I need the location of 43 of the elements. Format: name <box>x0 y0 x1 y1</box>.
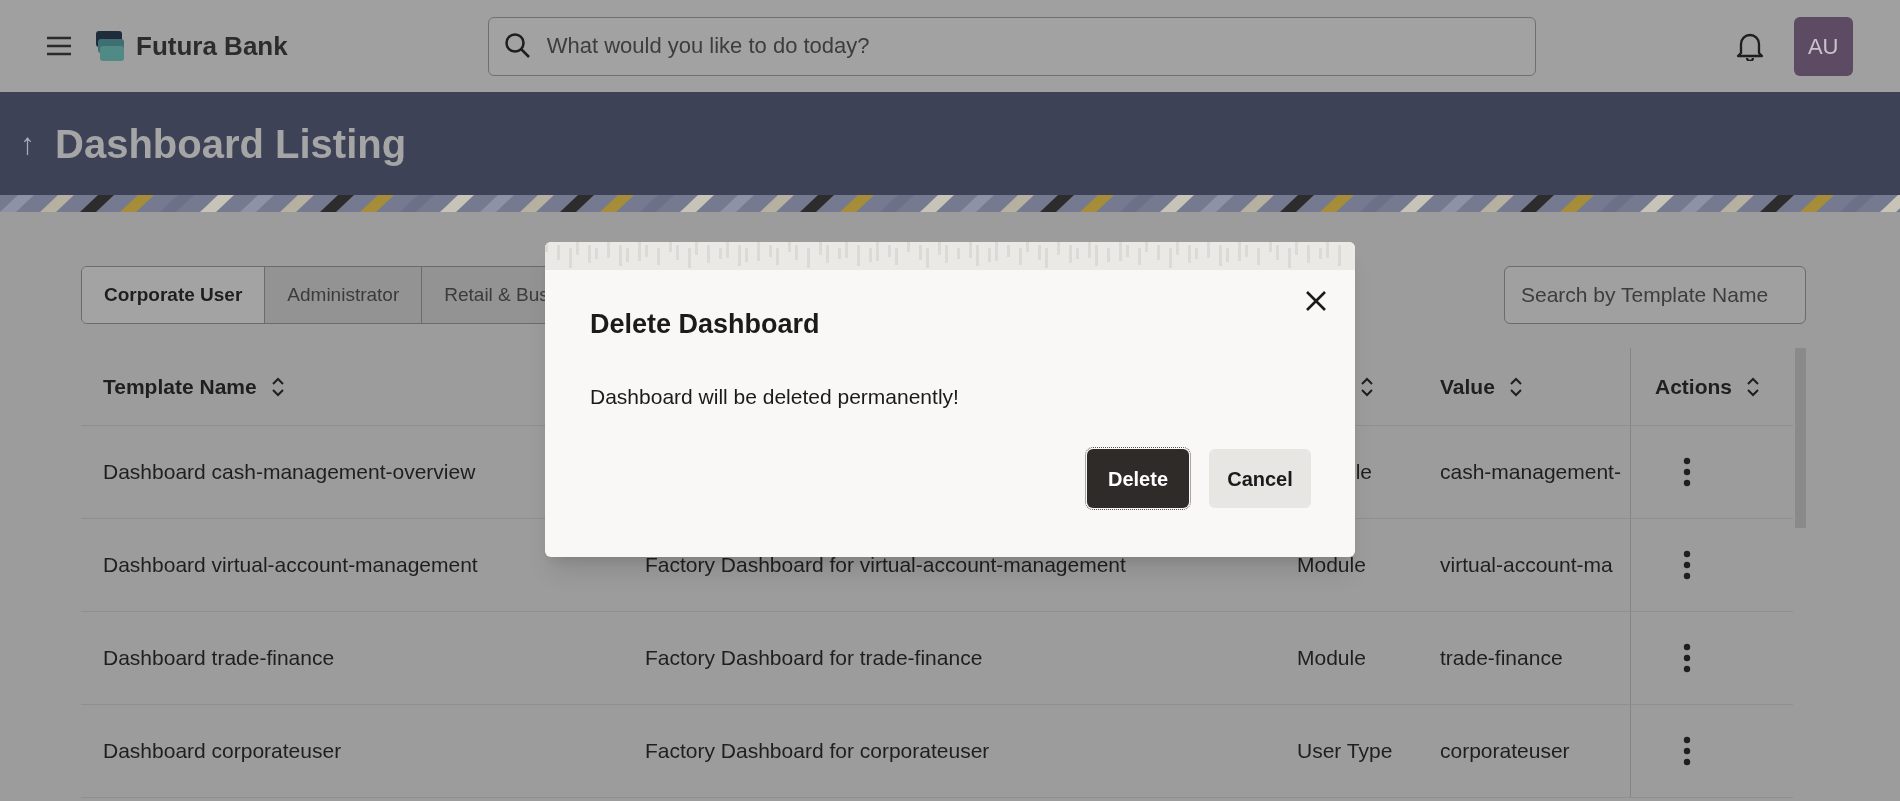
brand-name: Futura Bank <box>136 29 288 63</box>
column-header: Template Name <box>103 373 257 400</box>
table-cell-text: Factory Dashboard for trade-finance <box>645 645 983 672</box>
menu-icon[interactable] <box>46 36 72 56</box>
table-cell-text: Dashboard cash-management-overview <box>103 459 476 486</box>
table-cell-text: Dashboard virtual-account-management <box>103 552 478 579</box>
more-options-icon[interactable] <box>1683 550 1691 580</box>
logo-icon <box>94 29 126 63</box>
column-header: Actions <box>1655 373 1732 400</box>
sort-icon[interactable] <box>1746 376 1760 397</box>
table-cell-text: Factory Dashboard for virtual-account-management <box>645 552 1126 579</box>
search-field[interactable]: What would you like to do today? <box>487 16 1536 76</box>
more-options-icon[interactable] <box>1683 457 1691 487</box>
bell-icon[interactable] <box>1735 31 1764 61</box>
column-header: Value <box>1440 373 1495 400</box>
tab[interactable]: Administrator <box>264 267 422 323</box>
table-cell-text: virtual-account-ma <box>1440 552 1613 579</box>
dialog-message: Dashboard will be deleted permanently! <box>590 383 959 410</box>
sort-icon[interactable] <box>1360 376 1374 397</box>
search-icon <box>503 31 532 60</box>
table-cell-text: Module <box>1297 552 1366 579</box>
sort-icon[interactable] <box>1508 376 1523 397</box>
dialog-title: Delete Dashboard <box>590 308 820 341</box>
table-cell-text: Dashboard trade-finance <box>103 645 335 672</box>
delete-button[interactable]: Delete <box>1087 449 1189 508</box>
sort-icon[interactable] <box>270 376 285 397</box>
more-options-icon[interactable] <box>1683 643 1691 673</box>
table-cell-text: Factory Dashboard for corporateuser <box>645 738 990 765</box>
back-arrow[interactable]: ↑ <box>20 121 35 166</box>
table-cell-text: Module <box>1297 645 1366 672</box>
table-cell-text: trade-finance <box>1440 645 1563 672</box>
cancel-button[interactable]: Cancel <box>1209 449 1311 508</box>
table-cell-text: User Type <box>1297 738 1393 765</box>
table-cell-text: Dashboard corporateuser <box>103 738 342 765</box>
table-cell-text: cash-management- <box>1440 459 1621 486</box>
page-title: Dashboard Listing <box>55 120 407 168</box>
tab[interactable]: Corporate User <box>82 267 265 323</box>
more-options-icon[interactable] <box>1683 736 1691 766</box>
close-icon[interactable] <box>1305 290 1327 312</box>
table-cell-text: le <box>1355 459 1372 486</box>
template-search-field[interactable]: Search by Template Name <box>1504 266 1806 324</box>
user-avatar[interactable]: AU <box>1793 16 1853 76</box>
table-cell-text: corporateuser <box>1440 738 1570 765</box>
